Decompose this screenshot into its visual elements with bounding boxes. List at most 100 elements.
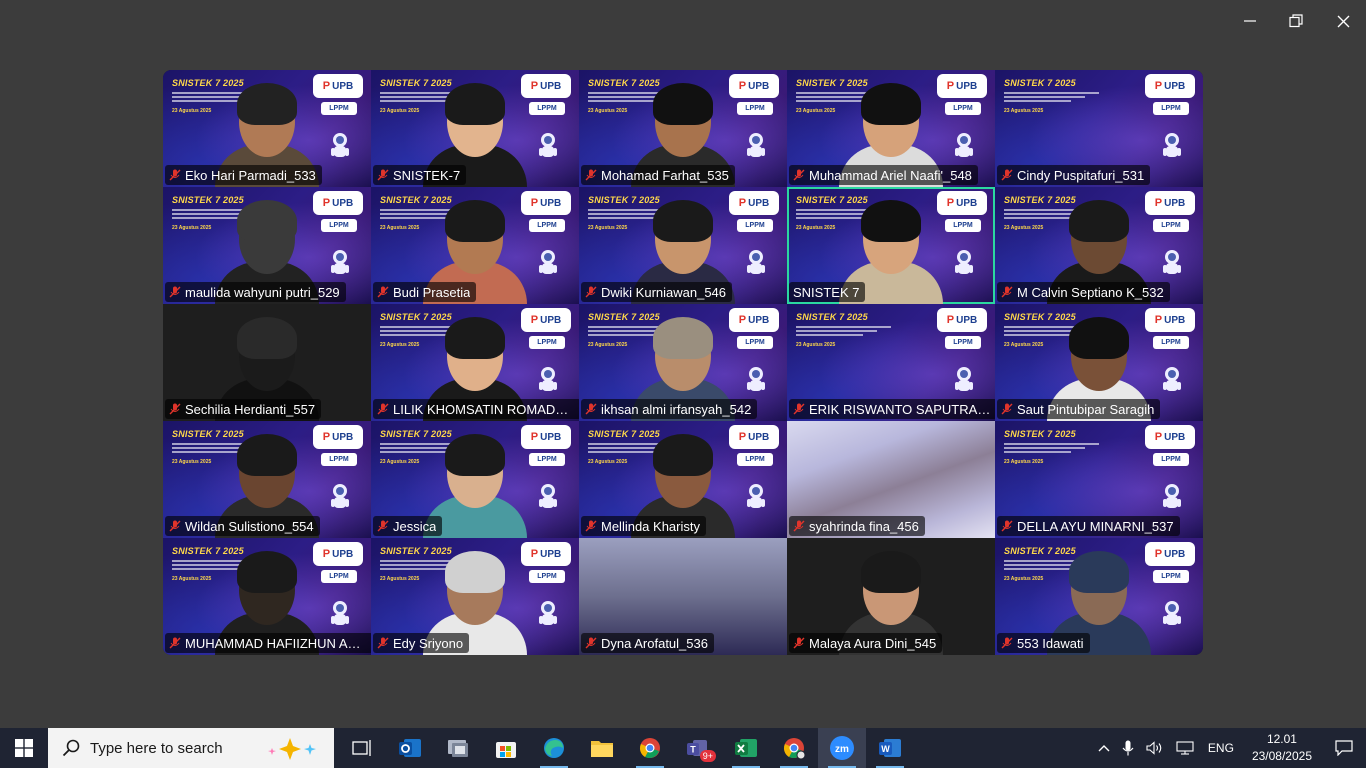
muted-microphone-icon bbox=[793, 169, 805, 181]
network-tray-button[interactable] bbox=[1170, 728, 1200, 768]
participant-nametag: Budi Prasetia bbox=[373, 282, 477, 302]
participant-tile[interactable]: SNISTEK 7 2025 23 Agustus 2025 P UPB LPPM Dwi… bbox=[579, 187, 787, 304]
muted-microphone-icon bbox=[1001, 169, 1013, 181]
upb-logo-text: UPB bbox=[748, 431, 770, 443]
participant-tile[interactable]: SNISTEK 7 2025 23 Agustus 2025 P UPB LPPM Jes… bbox=[371, 421, 579, 538]
svg-text:zm: zm bbox=[835, 744, 849, 755]
taskbar-app-task-view[interactable] bbox=[338, 728, 386, 768]
muted-microphone-icon bbox=[585, 286, 597, 298]
volume-tray-button[interactable] bbox=[1140, 728, 1170, 768]
upb-logo-text: UPB bbox=[540, 197, 562, 209]
upb-logo: P UPB bbox=[1145, 425, 1195, 449]
taskbar-app-outlook[interactable] bbox=[386, 728, 434, 768]
astronaut-icon bbox=[747, 250, 765, 274]
lppm-logo: LPPM bbox=[321, 102, 357, 115]
participant-tile[interactable]: SNISTEK 7 2025 23 Agustus 2025 P UPB LPPM ERI… bbox=[787, 304, 995, 421]
copilot-sparkle-icon bbox=[268, 738, 316, 760]
participant-tile[interactable]: SNISTEK 7 2025 23 Agustus 2025 P UPB LPPM SNI… bbox=[371, 70, 579, 187]
upb-logo-text: UPB bbox=[956, 314, 978, 326]
astronaut-icon bbox=[331, 484, 349, 508]
restore-button[interactable] bbox=[1273, 6, 1319, 36]
taskbar-app-edge[interactable] bbox=[530, 728, 578, 768]
upb-logo-text: UPB bbox=[1164, 80, 1186, 92]
taskbar-app-file-manager[interactable] bbox=[434, 728, 482, 768]
astronaut-icon bbox=[747, 133, 765, 157]
svg-text:T: T bbox=[690, 745, 696, 755]
upb-logo-mark: P bbox=[1154, 197, 1163, 209]
slide-title: SNISTEK 7 2025 bbox=[1004, 78, 1076, 88]
participant-tile[interactable]: SNISTEK 7 2025 23 Agustus 2025 P UPB LPPM Edy… bbox=[371, 538, 579, 655]
upb-logo-text: UPB bbox=[332, 548, 354, 560]
astronaut-icon bbox=[955, 367, 973, 391]
windows-logo-icon bbox=[15, 739, 33, 757]
participant-tile[interactable]: SNISTEK 7 2025 23 Agustus 2025 P UPB LPPM DEL… bbox=[995, 421, 1203, 538]
participant-tile[interactable]: SNISTEK 7 2025 23 Agustus 2025 P UPB LPPM ikh… bbox=[579, 304, 787, 421]
participant-tile[interactable]: SNISTEK 7 2025 23 Agustus 2025 P UPB LPPM Muh… bbox=[787, 70, 995, 187]
microsoft-store-icon bbox=[495, 737, 517, 759]
participant-name: Cindy Puspitafuri_531 bbox=[1017, 167, 1145, 183]
microphone-tray-button[interactable] bbox=[1116, 728, 1140, 768]
participant-tile[interactable]: SNISTEK 7 2025 23 Agustus 2025 P UPB LPPM M C… bbox=[995, 187, 1203, 304]
participant-name: M Calvin Septiano K_532 bbox=[1017, 284, 1164, 300]
participant-name: DELLA AYU MINARNI_537 bbox=[1017, 518, 1174, 534]
taskbar-app-chrome-profile[interactable] bbox=[770, 728, 818, 768]
upb-logo-text: UPB bbox=[540, 314, 562, 326]
participant-tile[interactable]: SNISTEK 7 2025 23 Agustus 2025 P UPB LPPM Mel… bbox=[579, 421, 787, 538]
participant-tile[interactable]: SNISTEK 7 2025 23 Agustus 2025 P UPB LPPM Cin… bbox=[995, 70, 1203, 187]
participant-tile[interactable]: SNISTEK 7 2025 23 Agustus 2025 P UPB LPPM SNI… bbox=[787, 187, 995, 304]
upb-logo-mark: P bbox=[946, 197, 955, 209]
astronaut-icon bbox=[539, 250, 557, 274]
minimize-button[interactable] bbox=[1227, 6, 1273, 36]
lppm-logo: LPPM bbox=[1153, 453, 1189, 466]
search-box[interactable]: Type here to search bbox=[48, 728, 334, 768]
astronaut-icon bbox=[747, 484, 765, 508]
slide-date: 23 Agustus 2025 bbox=[1004, 576, 1044, 582]
participant-tile[interactable]: SNISTEK 7 2025 23 Agustus 2025 P UPB LPPM MUH… bbox=[163, 538, 371, 655]
participant-tile[interactable]: SNISTEK 7 2025 23 Agustus 2025 P UPB LPPM Wil… bbox=[163, 421, 371, 538]
show-hidden-icons-button[interactable] bbox=[1092, 728, 1116, 768]
lppm-logo: LPPM bbox=[945, 219, 981, 232]
slide-date: 23 Agustus 2025 bbox=[1004, 342, 1044, 348]
astronaut-icon bbox=[1163, 484, 1181, 508]
lppm-logo: LPPM bbox=[529, 570, 565, 583]
participant-tile[interactable]: SNISTEK 7 2025 23 Agustus 2025 P UPB LPPM Sau… bbox=[995, 304, 1203, 421]
upb-logo-mark: P bbox=[946, 80, 955, 92]
close-icon bbox=[1337, 15, 1349, 27]
participant-tile[interactable]: SNISTEK 7 2025 23 Agustus 2025 P UPB LPPM 553… bbox=[995, 538, 1203, 655]
input-language-indicator[interactable]: ENG bbox=[1200, 728, 1242, 768]
astronaut-icon bbox=[539, 367, 557, 391]
participant-tile[interactable]: SNISTEK 7 2025 23 Agustus 2025 P UPB LPPM mau… bbox=[163, 187, 371, 304]
slide-date: 23 Agustus 2025 bbox=[380, 108, 420, 114]
taskbar: Type here to search T 9+ zm W ENG 12.01 23/… bbox=[0, 728, 1366, 768]
notifications-button[interactable] bbox=[1322, 728, 1366, 768]
lppm-logo: LPPM bbox=[1153, 102, 1189, 115]
taskbar-app-microsoft-store[interactable] bbox=[482, 728, 530, 768]
clock[interactable]: 12.01 23/08/2025 bbox=[1242, 731, 1322, 765]
muted-microphone-icon bbox=[1001, 520, 1013, 532]
lppm-logo: LPPM bbox=[529, 219, 565, 232]
participant-tile[interactable]: syahrinda fina_456 bbox=[787, 421, 995, 538]
participant-nametag: Edy Sriyono bbox=[373, 633, 470, 653]
participant-tile[interactable]: Sechilia Herdianti_557 bbox=[163, 304, 371, 421]
participant-tile[interactable]: Dyna Arofatul_536 bbox=[579, 538, 787, 655]
participant-tile[interactable]: SNISTEK 7 2025 23 Agustus 2025 P UPB LPPM Moh… bbox=[579, 70, 787, 187]
slide-date: 23 Agustus 2025 bbox=[380, 576, 420, 582]
upb-logo-text: UPB bbox=[332, 431, 354, 443]
lppm-logo: LPPM bbox=[529, 102, 565, 115]
muted-microphone-icon bbox=[169, 286, 181, 298]
taskbar-app-excel[interactable] bbox=[722, 728, 770, 768]
close-button[interactable] bbox=[1320, 6, 1366, 36]
taskbar-app-teams[interactable]: T 9+ bbox=[674, 728, 722, 768]
participant-tile[interactable]: SNISTEK 7 2025 23 Agustus 2025 P UPB LPPM Bud… bbox=[371, 187, 579, 304]
taskbar-app-chrome[interactable] bbox=[626, 728, 674, 768]
participant-tile[interactable]: Malaya Aura Dini_545 bbox=[787, 538, 995, 655]
taskbar-app-zoom[interactable]: zm bbox=[818, 728, 866, 768]
taskbar-app-word[interactable]: W bbox=[866, 728, 914, 768]
astronaut-icon bbox=[539, 484, 557, 508]
participant-nametag: M Calvin Septiano K_532 bbox=[997, 282, 1170, 302]
start-button[interactable] bbox=[0, 728, 48, 768]
participant-tile[interactable]: SNISTEK 7 2025 23 Agustus 2025 P UPB LPPM LIL… bbox=[371, 304, 579, 421]
participant-nametag: Malaya Aura Dini_545 bbox=[789, 633, 943, 653]
taskbar-app-file-explorer[interactable] bbox=[578, 728, 626, 768]
participant-tile[interactable]: SNISTEK 7 2025 23 Agustus 2025 P UPB LPPM Eko… bbox=[163, 70, 371, 187]
